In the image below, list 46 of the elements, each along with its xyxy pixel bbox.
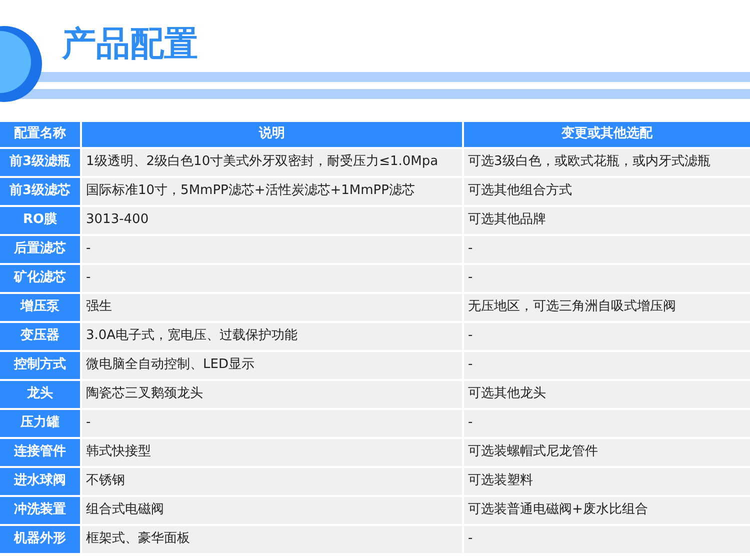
row-header: 龙头 <box>0 381 80 408</box>
table-cell: 国际标准10寸，5MmPP滤芯+活性炭滤芯+1MmPP滤芯 <box>82 178 462 205</box>
row-header: 机器外形 <box>0 526 80 553</box>
table-cell: - <box>464 352 750 379</box>
row-header: 进水球阀 <box>0 468 80 495</box>
row-header: 压力罐 <box>0 410 80 437</box>
table-cell: 可选装普通电磁阀+废水比组合 <box>464 497 750 524</box>
table-cell: 框架式、豪华面板 <box>82 526 462 553</box>
row-header: 矿化滤芯 <box>0 265 80 292</box>
row-header: 后置滤芯 <box>0 236 80 263</box>
table-cell: 韩式快接型 <box>82 439 462 466</box>
table-cell: 可选其他组合方式 <box>464 178 750 205</box>
table-cell: 陶瓷芯三叉鹅颈龙头 <box>82 381 462 408</box>
table-cell: 无压地区，可选三角洲自吸式增压阀 <box>464 294 750 321</box>
column-header: 配置名称 <box>0 122 80 147</box>
table-cell: - <box>464 323 750 350</box>
table-cell: 3.0A电子式，宽电压、过载保护功能 <box>82 323 462 350</box>
row-header: 增压泵 <box>0 294 80 321</box>
table-cell: - <box>464 236 750 263</box>
table-cell: 3013-400 <box>82 207 462 234</box>
table-cell: - <box>82 265 462 292</box>
row-header: RO膜 <box>0 207 80 234</box>
row-header: 前3级滤芯 <box>0 178 80 205</box>
row-header: 控制方式 <box>0 352 80 379</box>
column-header: 变更或其他选配 <box>464 122 750 147</box>
table-cell: 不锈钢 <box>82 468 462 495</box>
table-cell: - <box>464 526 750 553</box>
column-header: 说明 <box>82 122 462 147</box>
table-cell: 强生 <box>82 294 462 321</box>
section-title: 产品配置 <box>62 24 198 65</box>
row-header: 变压器 <box>0 323 80 350</box>
table-cell: 可选装塑料 <box>464 468 750 495</box>
table-cell: 可选其他龙头 <box>464 381 750 408</box>
table-cell: 可选3级白色，或欧式花瓶，或内牙式滤瓶 <box>464 149 750 176</box>
table-cell: 组合式电磁阀 <box>82 497 462 524</box>
table-cell: - <box>82 236 462 263</box>
row-header: 连接管件 <box>0 439 80 466</box>
table-cell: - <box>82 410 462 437</box>
table-cell: 可选其他品牌 <box>464 207 750 234</box>
table-cell: 可选装螺帽式尼龙管件 <box>464 439 750 466</box>
table-cell: - <box>464 265 750 292</box>
table-cell: 微电脑全自动控制、LED显示 <box>82 352 462 379</box>
table-cell: - <box>464 410 750 437</box>
table-cell: 1级透明、2级白色10寸美式外牙双密封，耐受压力≤1.0Mpa <box>82 149 462 176</box>
row-header: 冲洗装置 <box>0 497 80 524</box>
row-header: 前3级滤瓶 <box>0 149 80 176</box>
